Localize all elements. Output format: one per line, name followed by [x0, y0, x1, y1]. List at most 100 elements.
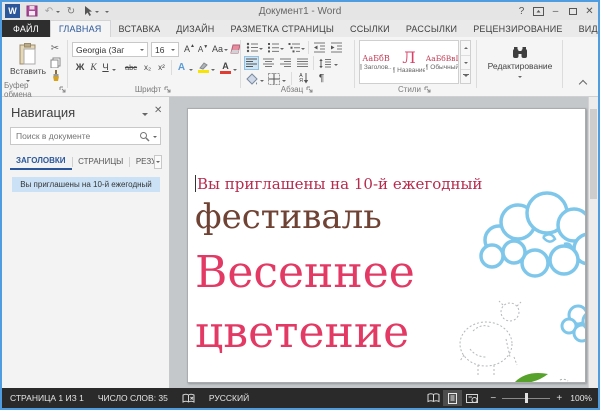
styles-dialog-launcher[interactable]	[424, 86, 431, 93]
bullets-caret-icon[interactable]	[259, 48, 263, 52]
undo-caret-icon[interactable]	[56, 11, 60, 15]
subscript-button[interactable]: x₂	[141, 61, 154, 74]
nav-tab-headings[interactable]: ЗАГОЛОВКИ	[10, 154, 72, 170]
style-title[interactable]: Л ¶ Название	[393, 41, 425, 83]
style-normal[interactable]: АаБбВвI ¶ Обычный	[426, 41, 458, 83]
nav-tab-results[interactable]: РЕЗУЛ	[130, 154, 154, 170]
line-spacing-caret-icon[interactable]	[334, 64, 338, 68]
multilevel-caret-icon[interactable]	[301, 48, 305, 52]
tab-page-layout[interactable]: РАЗМЕТКА СТРАНИЦЫ	[222, 20, 342, 37]
maximize-icon	[569, 8, 577, 15]
tab-review[interactable]: РЕЦЕНЗИРОВАНИЕ	[465, 20, 570, 37]
language-status[interactable]: РУССКИЙ	[209, 393, 249, 403]
touch-mode-button[interactable]	[81, 3, 95, 19]
editing-button[interactable]: Редактирование	[482, 42, 558, 84]
navigation-menu-caret-icon[interactable]	[142, 113, 148, 119]
word-count-status[interactable]: ЧИСЛО СЛОВ: 35	[98, 393, 168, 403]
save-button[interactable]	[25, 3, 39, 19]
tab-design[interactable]: ДИЗАЙН	[168, 20, 222, 37]
tab-mailings[interactable]: РАССЫЛКИ	[398, 20, 465, 37]
highlight-color-button[interactable]	[197, 60, 210, 75]
justify-icon	[296, 58, 309, 68]
bullets-button[interactable]	[245, 41, 259, 53]
bold-button[interactable]: Ж	[74, 61, 86, 74]
clipboard-dialog-launcher[interactable]	[59, 86, 66, 93]
help-button[interactable]: ?	[513, 3, 530, 19]
proofing-status[interactable]	[182, 393, 195, 404]
font-color-caret-icon[interactable]	[233, 69, 237, 73]
superscript-button[interactable]: x²	[155, 61, 168, 74]
zoom-in-button[interactable]: +	[553, 393, 565, 404]
increase-indent-button[interactable]	[329, 41, 344, 53]
multilevel-list-button[interactable]	[287, 41, 301, 53]
decrease-indent-button[interactable]	[312, 41, 327, 53]
align-center-button[interactable]	[261, 56, 276, 70]
tab-insert[interactable]: ВСТАВКА	[111, 20, 169, 37]
doc-title-line2[interactable]: цветение	[195, 307, 409, 358]
vertical-scrollbar[interactable]	[588, 97, 598, 388]
text-effects-caret-icon[interactable]	[189, 69, 193, 73]
underline-caret-icon[interactable]	[112, 69, 116, 73]
navigation-close-button[interactable]: ✕	[154, 105, 162, 116]
tab-file[interactable]: ФАЙЛ	[2, 20, 50, 37]
touch-mode-caret-icon[interactable]	[95, 11, 99, 15]
read-mode-button[interactable]	[424, 390, 443, 406]
print-layout-button[interactable]	[443, 390, 462, 406]
doc-heading-line[interactable]: Вы приглашены на 10-й ежегодный	[197, 175, 482, 193]
collapse-ribbon-button[interactable]	[580, 81, 586, 87]
cut-button[interactable]: ✂	[48, 42, 62, 54]
page-count-status[interactable]: СТРАНИЦА 1 ИЗ 1	[10, 393, 84, 403]
font-color-button[interactable]: А	[219, 60, 232, 75]
scrollbar-thumb[interactable]	[590, 109, 597, 199]
font-name-combo[interactable]: Georgia (Заг	[72, 42, 148, 57]
strikethrough-button[interactable]: abc	[122, 61, 140, 74]
tab-view[interactable]: ВИД	[571, 20, 600, 37]
maximize-button[interactable]	[564, 3, 581, 19]
font-size-combo[interactable]: 16	[151, 42, 179, 57]
nav-tabs-overflow-button[interactable]	[154, 155, 162, 169]
document-page[interactable]: Вы приглашены на 10-й ежегодный фестивал…	[187, 108, 586, 383]
italic-button[interactable]: К	[88, 61, 99, 74]
line-spacing-button[interactable]	[317, 56, 333, 70]
doc-subtitle-line[interactable]: фестиваль	[195, 197, 382, 237]
zoom-out-button[interactable]: −	[487, 393, 499, 404]
nav-tab-pages[interactable]: СТРАНИЦЫ	[72, 154, 129, 170]
font-dialog-launcher[interactable]	[164, 86, 171, 93]
redo-button[interactable]: ↻	[64, 3, 78, 19]
search-options-caret-icon[interactable]	[153, 136, 157, 140]
search-input[interactable]	[14, 130, 139, 142]
word-logo-icon[interactable]: W	[5, 4, 20, 18]
paste-button[interactable]: Вставить	[10, 40, 46, 86]
tab-references[interactable]: ССЫЛКИ	[342, 20, 398, 37]
minimize-button[interactable]: –	[547, 3, 564, 19]
search-icon[interactable]	[139, 131, 150, 142]
nav-heading-result[interactable]: Вы приглашены на 10-й ежегодный	[12, 177, 160, 192]
align-left-button[interactable]	[244, 56, 259, 70]
customize-qat-icon[interactable]	[105, 11, 109, 15]
justify-button[interactable]	[295, 56, 310, 70]
web-layout-button[interactable]	[462, 390, 481, 406]
styles-scroll-down-button[interactable]	[461, 55, 470, 69]
style-heading1[interactable]: АаБбВ ¶ Заголов...	[360, 41, 392, 83]
numbering-caret-icon[interactable]	[280, 48, 284, 52]
undo-button[interactable]: ↶	[42, 3, 56, 19]
copy-button[interactable]	[48, 56, 62, 68]
zoom-level[interactable]: 100%	[570, 393, 592, 403]
change-case-button[interactable]: Аа	[211, 42, 229, 56]
zoom-slider[interactable]	[502, 392, 550, 404]
shrink-font-button[interactable]: А▼	[197, 43, 209, 56]
styles-more-button[interactable]	[461, 69, 470, 83]
styles-scroll-up-button[interactable]	[461, 41, 470, 55]
ribbon-display-options-button[interactable]	[530, 3, 547, 19]
close-button[interactable]: ✕	[581, 3, 598, 19]
doc-title-line1[interactable]: Весеннее	[195, 247, 415, 298]
paragraph-dialog-launcher[interactable]	[306, 86, 313, 93]
align-right-button[interactable]	[278, 56, 293, 70]
numbering-button[interactable]	[266, 41, 280, 53]
tab-home[interactable]: ГЛАВНАЯ	[50, 20, 111, 37]
text-effects-button[interactable]: А	[175, 61, 188, 74]
underline-button[interactable]: Ч	[100, 61, 111, 74]
zoom-slider-thumb[interactable]	[525, 393, 528, 403]
grow-font-button[interactable]: А▲	[183, 42, 196, 56]
highlight-caret-icon[interactable]	[211, 69, 215, 73]
